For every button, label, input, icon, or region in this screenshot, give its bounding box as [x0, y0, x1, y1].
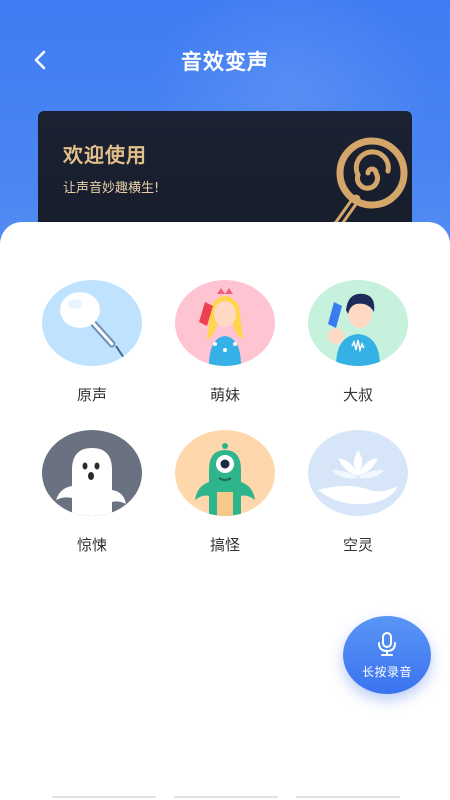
effect-label-funny: 搞怪 — [209, 536, 240, 554]
microphone-avatar-icon — [42, 280, 142, 366]
effect-thriller[interactable]: 惊悚 — [37, 430, 147, 555]
effect-label-original: 原声 — [76, 386, 107, 404]
banner-subtitle: 让声音妙趣横生! — [63, 181, 160, 196]
microphone-icon — [378, 631, 396, 656]
record-label: 长按录音 — [361, 664, 412, 679]
effect-original[interactable]: 原声 — [37, 280, 147, 405]
record-button[interactable]: 长按录音 — [343, 616, 431, 694]
man-avatar-icon — [308, 280, 408, 366]
effect-label-uncle: 大叔 — [342, 386, 373, 404]
ghost-avatar-icon — [42, 430, 142, 516]
effect-label-cute-girl: 萌妹 — [209, 386, 240, 404]
top-bar: 音效变声 — [0, 36, 450, 84]
effect-cute-girl[interactable]: 萌妹 — [170, 280, 280, 405]
indicator-segment — [52, 796, 156, 798]
effects-panel: 原声 萌妹 大叔 惊悚 搞怪 空灵 — [0, 222, 450, 800]
effect-label-thriller: 惊悚 — [76, 536, 107, 554]
effect-ethereal[interactable]: 空灵 — [303, 430, 413, 555]
effect-label-ethereal: 空灵 — [342, 536, 373, 554]
cute-girl-avatar-icon — [175, 280, 275, 366]
lotus-avatar-icon — [308, 430, 408, 516]
effect-funny[interactable]: 搞怪 — [170, 430, 280, 555]
effect-uncle[interactable]: 大叔 — [303, 280, 413, 405]
monster-avatar-icon — [175, 430, 275, 516]
bottom-indicator — [52, 796, 400, 800]
indicator-segment — [174, 796, 278, 798]
indicator-segment — [296, 796, 400, 798]
banner-title: 欢迎使用 — [63, 143, 147, 167]
page-title: 音效变声 — [181, 50, 269, 74]
